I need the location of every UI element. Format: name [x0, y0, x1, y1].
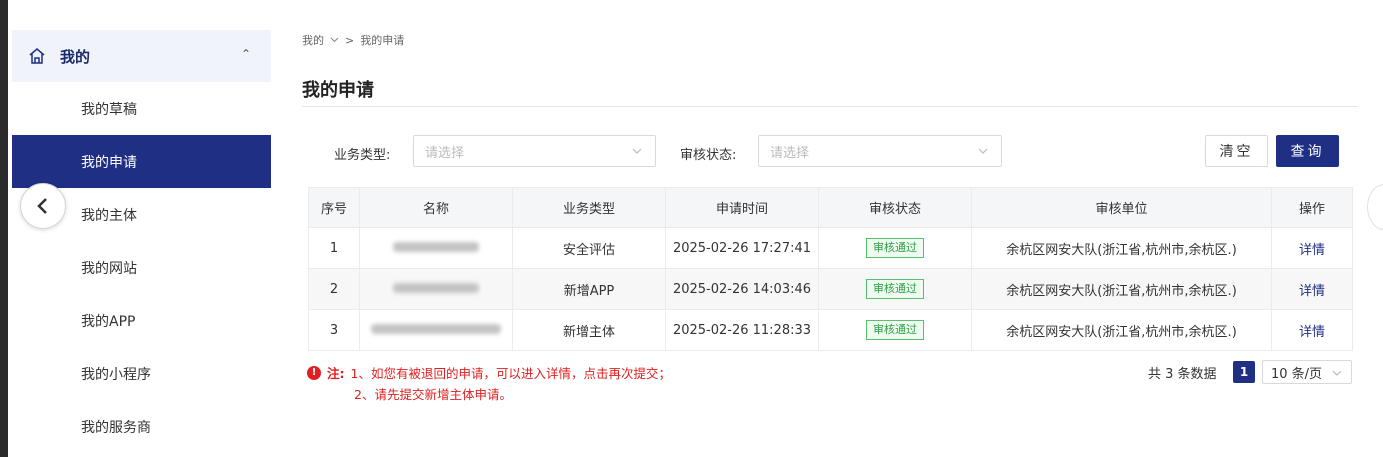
cell-unit: 余杭区网安大队(浙江省,杭州市,余杭区.)	[971, 227, 1272, 269]
window-edge	[0, 0, 8, 457]
business-type-placeholder: 请选择	[425, 145, 465, 161]
cell-status: 审核通过	[818, 268, 972, 310]
cell-status: 审核通过	[818, 227, 972, 269]
note-prefix: 注:	[327, 366, 345, 381]
next-button[interactable]	[1367, 184, 1383, 230]
cell-unit: 余杭区网安大队(浙江省,杭州市,余杭区.)	[971, 309, 1272, 351]
sidebar-item-drafts[interactable]: 我的草稿	[12, 82, 271, 135]
sidebar-group-header[interactable]: 我的 ⌃	[12, 30, 271, 82]
status-badge: 审核通过	[866, 279, 924, 299]
note-text-1: 1、如您有被退回的申请，可以进入详情，点击再次提交；	[350, 366, 671, 381]
note-text-2: 2、请先提交新增主体申请。	[354, 387, 512, 402]
redacted-name	[371, 323, 501, 334]
sidebar-item-apps[interactable]: 我的APP	[12, 294, 271, 347]
business-type-label: 业务类型:	[334, 148, 391, 163]
table-row: 3 新增主体 2025-02-26 11:28:33 审核通过 余杭区网安大队(…	[308, 309, 1353, 351]
back-button[interactable]	[20, 183, 66, 229]
review-status-label: 审核状态:	[680, 148, 737, 163]
sidebar: 我的 ⌃ 我的草稿 我的申请 我的主体 我的网站 我的APP 我的小程序 我的服…	[12, 30, 271, 453]
column-header-status: 审核状态	[818, 187, 972, 228]
cell-action: 详情	[1271, 227, 1353, 269]
sidebar-item-websites[interactable]: 我的网站	[12, 241, 271, 294]
column-header-type: 业务类型	[512, 187, 666, 228]
cell-unit: 余杭区网安大队(浙江省,杭州市,余杭区.)	[971, 268, 1272, 310]
divider	[302, 106, 1358, 107]
cell-name-redacted	[359, 309, 513, 351]
note-line-1: ! 注: 1、如您有被退回的申请，可以进入详情，点击再次提交；	[307, 362, 671, 383]
redacted-name	[393, 282, 479, 293]
notes: ! 注: 1、如您有被退回的申请，可以进入详情，点击再次提交； 2、请先提交新增…	[307, 362, 671, 404]
detail-link[interactable]: 详情	[1299, 243, 1325, 258]
cell-index: 3	[308, 309, 360, 351]
business-type-select[interactable]: 请选择	[413, 135, 656, 167]
table-row: 2 新增APP 2025-02-26 14:03:46 审核通过 余杭区网安大队…	[308, 268, 1353, 310]
chevron-up-icon: ⌃	[240, 47, 251, 61]
review-status-placeholder: 请选择	[770, 145, 810, 161]
status-badge: 审核通过	[866, 238, 924, 258]
breadcrumb-root[interactable]: 我的	[302, 32, 324, 48]
page-size-value: 10 条/页	[1271, 366, 1323, 382]
applications-table: 序号 名称 业务类型 申请时间 审核状态 审核单位 操作 1 安全评估 2025…	[308, 187, 1353, 351]
sidebar-item-mini-programs[interactable]: 我的小程序	[12, 347, 271, 400]
cell-action: 详情	[1271, 309, 1353, 351]
cell-type: 新增主体	[512, 309, 666, 351]
table-row: 1 安全评估 2025-02-26 17:27:41 审核通过 余杭区网安大队(…	[308, 227, 1353, 269]
pagination-page-1[interactable]: 1	[1233, 361, 1255, 383]
column-header-name: 名称	[359, 187, 513, 228]
cell-index: 1	[308, 227, 360, 269]
alert-icon: !	[307, 365, 321, 380]
cell-name-redacted	[359, 268, 513, 310]
chevron-down-icon	[1332, 370, 1342, 376]
cell-time: 2025-02-26 14:03:46	[665, 268, 819, 310]
cell-type: 安全评估	[512, 227, 666, 269]
chevron-left-icon	[37, 198, 47, 214]
chevron-down-icon	[632, 148, 642, 154]
column-header-unit: 审核单位	[971, 187, 1272, 228]
chevron-down-icon	[330, 37, 339, 43]
pagination-total: 共 3 条数据	[1148, 367, 1217, 382]
note-line-2: 2、请先提交新增主体申请。	[307, 383, 671, 404]
cell-time: 2025-02-26 11:28:33	[665, 309, 819, 351]
column-header-index: 序号	[308, 187, 360, 228]
cell-name-redacted	[359, 227, 513, 269]
cell-status: 审核通过	[818, 309, 972, 351]
cell-time: 2025-02-26 17:27:41	[665, 227, 819, 269]
breadcrumb-current: 我的申请	[360, 34, 405, 47]
cell-action: 详情	[1271, 268, 1353, 310]
detail-link[interactable]: 详情	[1299, 325, 1325, 340]
page-root: 我的 ⌃ 我的草稿 我的申请 我的主体 我的网站 我的APP 我的小程序 我的服…	[0, 0, 1383, 457]
table-header-row: 序号 名称 业务类型 申请时间 审核状态 审核单位 操作	[308, 187, 1353, 228]
status-badge: 审核通过	[866, 320, 924, 340]
query-button[interactable]: 查询	[1276, 135, 1339, 167]
sidebar-item-applications[interactable]: 我的申请	[12, 135, 271, 188]
sidebar-group-title: 我的	[60, 47, 91, 66]
page-size-select[interactable]: 10 条/页	[1262, 360, 1352, 384]
cell-type: 新增APP	[512, 268, 666, 310]
review-status-select[interactable]: 请选择	[758, 135, 1002, 167]
clear-button[interactable]: 清空	[1205, 135, 1268, 167]
column-header-time: 申请时间	[665, 187, 819, 228]
redacted-name	[393, 241, 479, 252]
breadcrumb-separator-icon: >	[345, 33, 355, 47]
column-header-action: 操作	[1271, 187, 1353, 228]
page-title: 我的申请	[302, 80, 374, 101]
sidebar-item-service-providers[interactable]: 我的服务商	[12, 400, 271, 453]
breadcrumb: 我的 > 我的申请	[302, 32, 404, 48]
cell-index: 2	[308, 268, 360, 310]
chevron-down-icon	[978, 148, 988, 154]
home-icon	[29, 48, 45, 64]
detail-link[interactable]: 详情	[1299, 284, 1325, 299]
